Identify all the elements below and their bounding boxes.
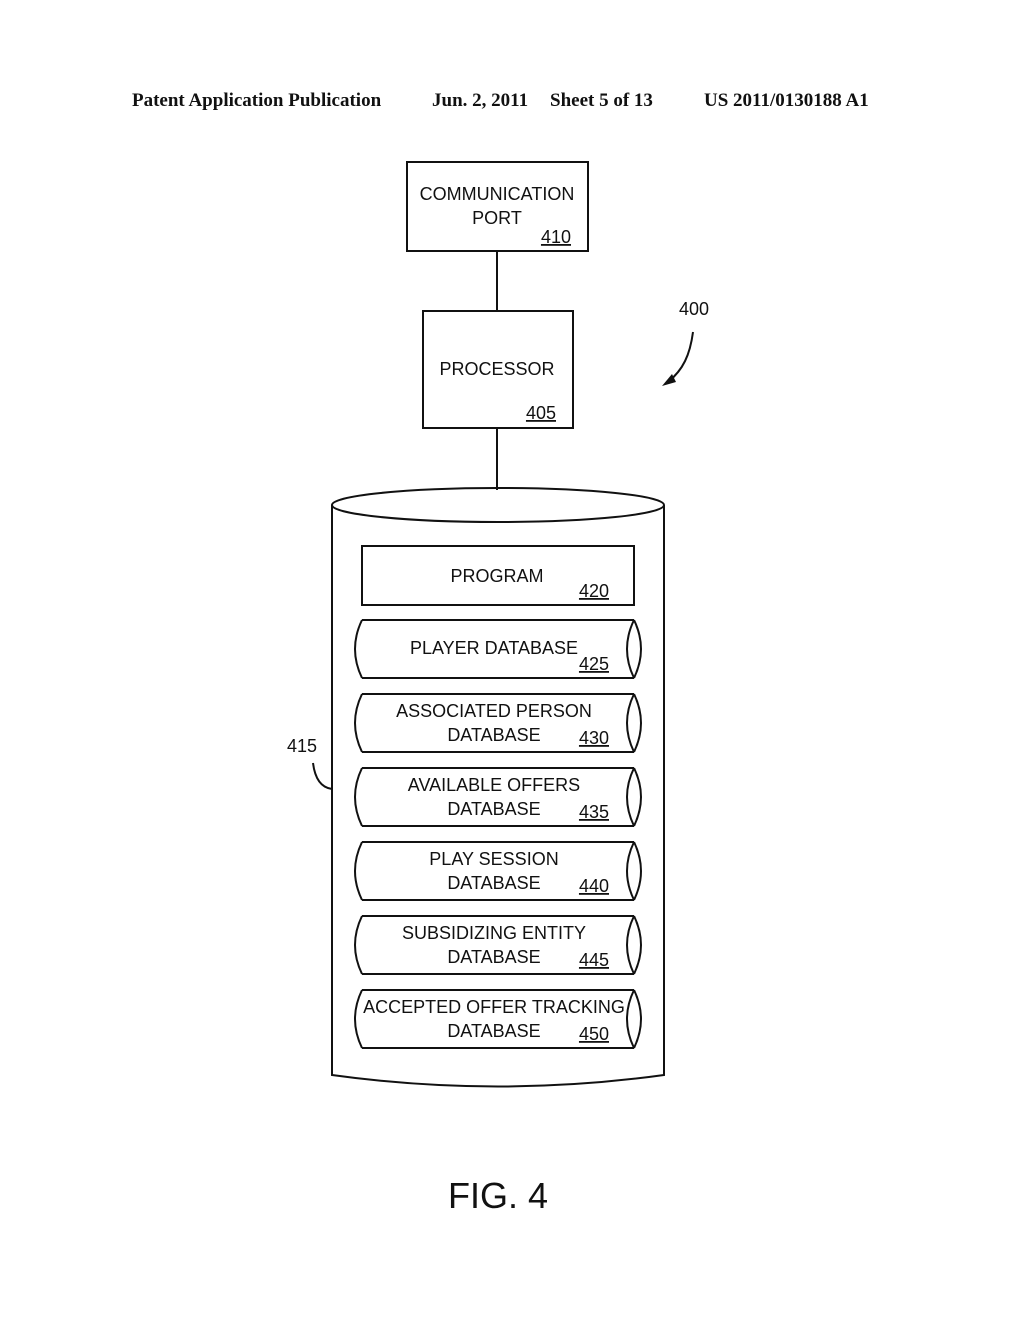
system-diagram: COMMUNICATION PORT 410 PROCESSOR 405 400… [287, 161, 709, 1216]
database-label-line2: DATABASE [447, 947, 540, 967]
database-ref: 440 [579, 876, 609, 896]
figure-caption: FIG. 4 [448, 1175, 548, 1216]
database-label-line1: ACCEPTED OFFER TRACKING [363, 997, 625, 1017]
database-ref: 425 [579, 654, 609, 674]
comm-port-label-2: PORT [472, 208, 522, 228]
storage-cylinder-top [331, 487, 665, 523]
database-ref: 445 [579, 950, 609, 970]
program-ref: 420 [579, 581, 609, 601]
program-label: PROGRAM [450, 566, 543, 586]
database-label-line1: PLAY SESSION [429, 849, 558, 869]
processor-ref: 405 [526, 403, 556, 423]
database-label-line1: ASSOCIATED PERSON [396, 701, 592, 721]
database-label-line1: PLAYER DATABASE [410, 638, 578, 658]
storage-ref-leader [312, 762, 333, 790]
database-label-line1: AVAILABLE OFFERS [408, 775, 580, 795]
comm-port-label-1: COMMUNICATION [420, 184, 575, 204]
database-ref: 430 [579, 728, 609, 748]
database-label-line1: SUBSIDIZING ENTITY [402, 923, 586, 943]
database-label-line2: DATABASE [447, 1021, 540, 1041]
database-ref: 435 [579, 802, 609, 822]
comm-port-ref: 410 [541, 227, 571, 247]
database-label-line2: DATABASE [447, 799, 540, 819]
database-label-line2: DATABASE [447, 725, 540, 745]
processor-label: PROCESSOR [439, 359, 554, 379]
figure-ref-number: 400 [679, 299, 709, 319]
database-ref: 450 [579, 1024, 609, 1044]
storage-ref-number: 415 [287, 736, 317, 756]
database-label-line2: DATABASE [447, 873, 540, 893]
